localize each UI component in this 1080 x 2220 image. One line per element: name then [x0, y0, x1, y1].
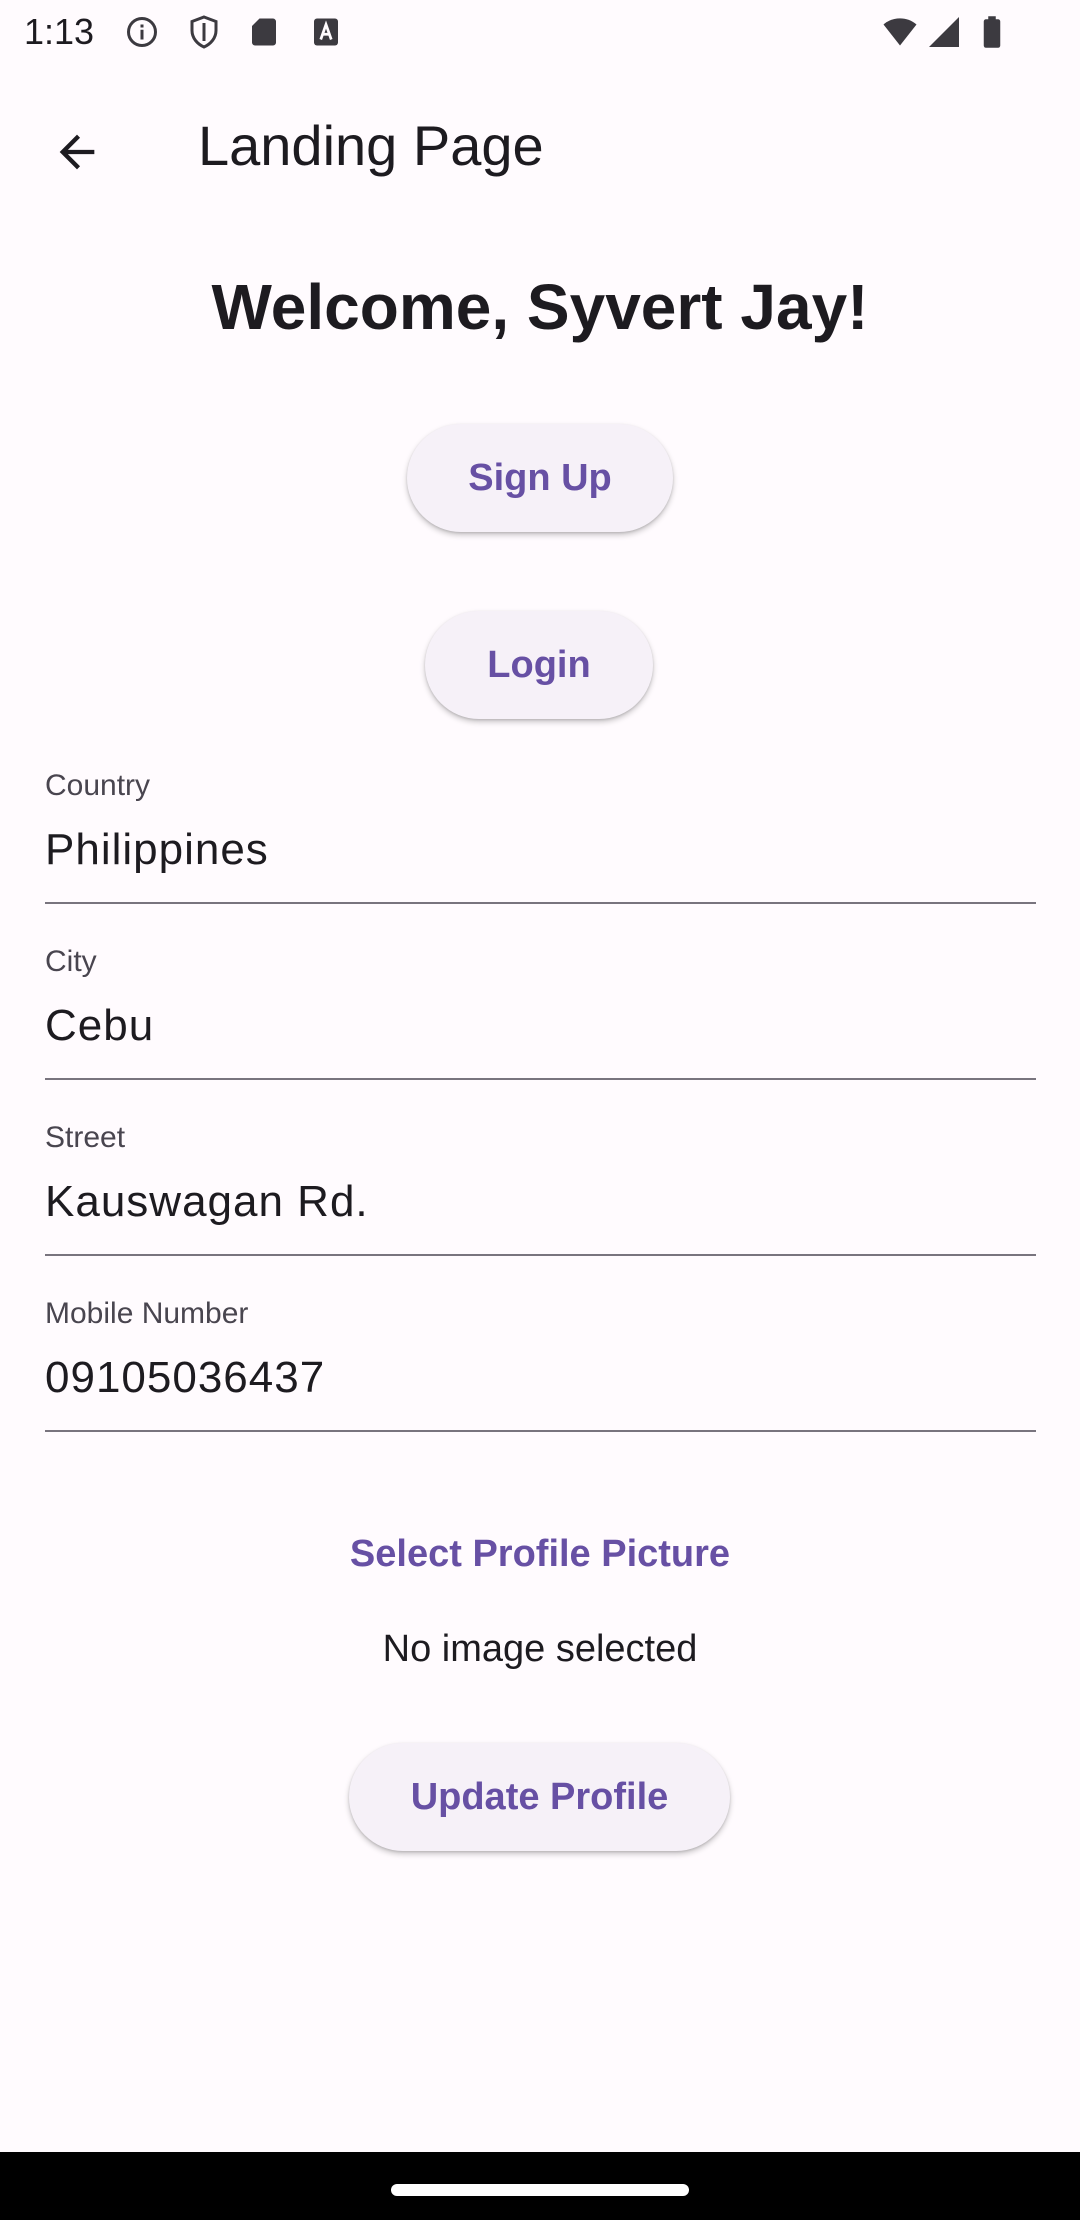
street-field[interactable]: Street Kauswagan Rd.: [45, 1118, 1036, 1256]
back-button[interactable]: [33, 108, 121, 196]
arrow-back-icon: [59, 134, 95, 170]
mobile-number-label: Mobile Number: [45, 1297, 249, 1330]
country-field[interactable]: Country Philippines: [45, 766, 1036, 904]
shield-icon: [186, 14, 222, 50]
status-bar: 1:13: [0, 0, 1080, 64]
home-indicator[interactable]: [391, 2184, 689, 2196]
country-label: Country: [45, 769, 151, 802]
mobile-number-field[interactable]: Mobile Number 09105036437: [45, 1294, 1036, 1432]
sign-up-button[interactable]: Sign Up: [407, 424, 673, 532]
welcome-heading: Welcome, Syvert Jay!: [211, 271, 869, 343]
battery-icon: [974, 14, 1010, 50]
select-profile-picture-row: Select Profile Picture: [0, 1526, 1080, 1582]
street-input[interactable]: Kauswagan Rd.: [45, 1172, 369, 1232]
city-input[interactable]: Cebu: [45, 996, 154, 1056]
city-label: City: [45, 945, 97, 978]
update-profile-button[interactable]: Update Profile: [349, 1743, 730, 1851]
navigation-bar: [0, 2152, 1080, 2220]
info-icon: [124, 14, 160, 50]
mobile-number-input[interactable]: 09105036437: [45, 1348, 325, 1408]
street-label: Street: [45, 1121, 126, 1154]
app-bar: Landing Page: [0, 64, 1080, 216]
page-title: Landing Page: [198, 114, 544, 177]
sd-card-icon: [246, 14, 282, 50]
login-button[interactable]: Login: [425, 611, 653, 719]
wifi-icon: [882, 14, 918, 50]
city-field[interactable]: City Cebu: [45, 942, 1036, 1080]
signal-icon: [926, 14, 962, 50]
country-input[interactable]: Philippines: [45, 820, 269, 880]
status-time: 1:13: [24, 11, 95, 52]
font-a-icon: [308, 14, 344, 50]
image-status-text: No image selected: [382, 1628, 698, 1670]
select-profile-picture-button[interactable]: Select Profile Picture: [350, 1533, 730, 1575]
